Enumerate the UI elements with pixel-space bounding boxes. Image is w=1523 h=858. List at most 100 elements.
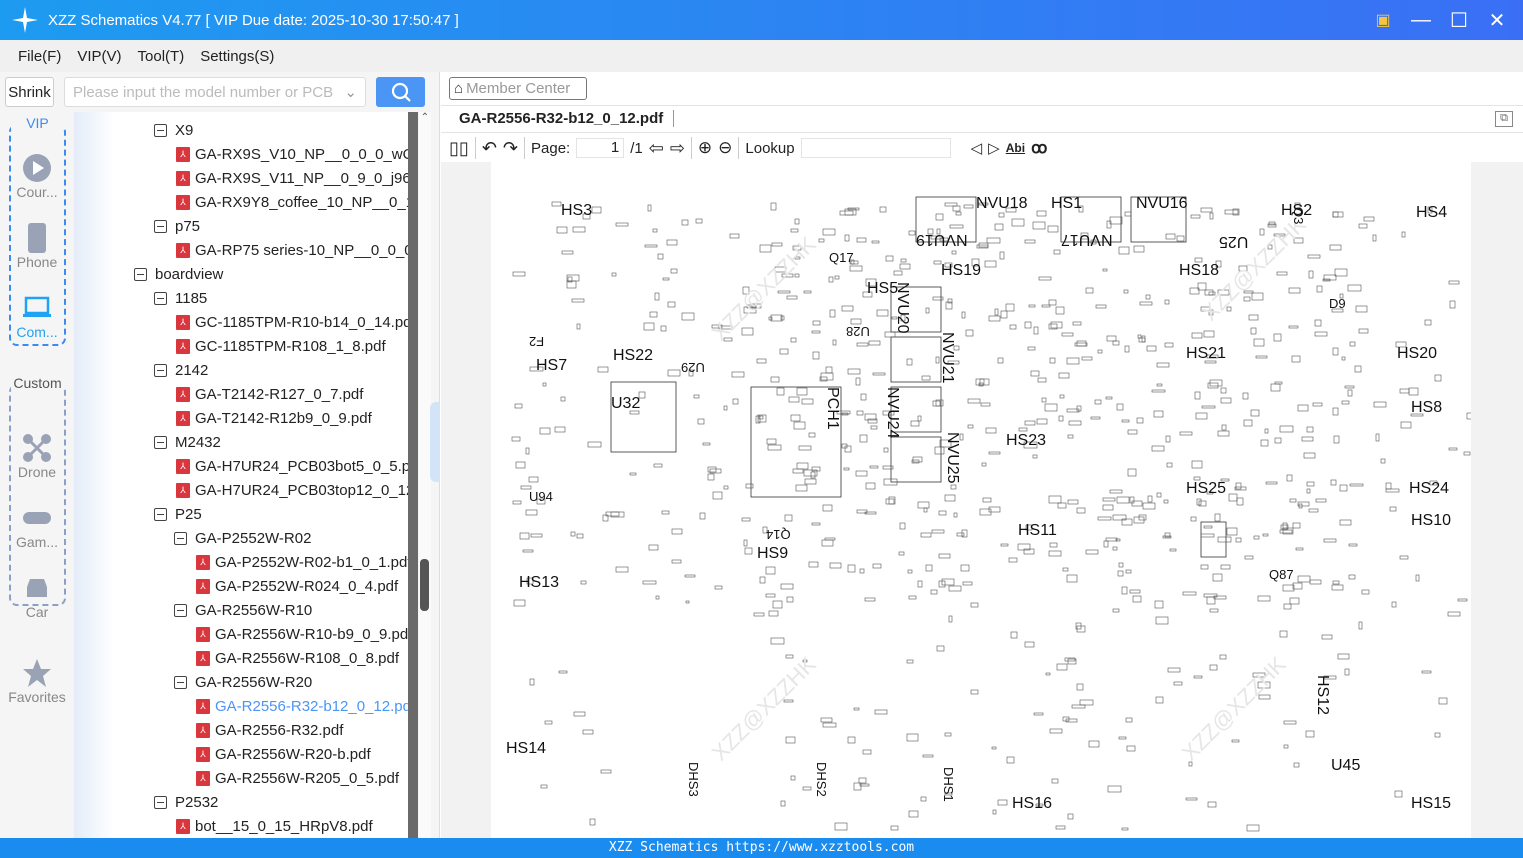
pdf-icon: ⅄ [176, 410, 190, 426]
tree-file-item[interactable]: ⅄ GA-R2556W-R108_0_8.pdf [196, 646, 399, 670]
collapse-icon[interactable] [154, 291, 167, 305]
collapse-icon[interactable] [154, 123, 167, 137]
rotate-left-icon[interactable]: ↶ [482, 138, 497, 159]
rotate-right-icon[interactable]: ↷ [503, 138, 518, 159]
collapse-icon[interactable] [174, 531, 187, 545]
tree-folder-item[interactable]: P25 [154, 502, 202, 526]
tree-file-item[interactable]: ⅄ GA-RX9S_V10_NP__0_0_0_wOXI [176, 142, 408, 166]
category-phone[interactable]: Phone [0, 222, 74, 270]
schematic-label: PCH1 [824, 387, 841, 430]
minimize-button[interactable]: — [1409, 8, 1433, 32]
member-center-button[interactable]: ⌂ Member Center [449, 77, 587, 100]
tree-folder-item[interactable]: P2532 [154, 790, 218, 814]
next-page-icon[interactable]: ⇨ [670, 138, 685, 159]
pdf-viewer[interactable]: XZZ@XZZHK XZZ@XZZHK XZZ@XZZHK XZZ@XZZHK HS3… [441, 162, 1523, 838]
category-laptop[interactable]: Com... [0, 292, 74, 340]
collapse-icon[interactable] [154, 795, 167, 809]
app-logo-icon [12, 7, 38, 33]
shrink-button[interactable]: Shrink [5, 77, 54, 107]
maximize-button[interactable]: ☐ [1447, 8, 1471, 32]
collapse-icon[interactable] [154, 507, 167, 521]
schematic-page[interactable]: XZZ@XZZHK XZZ@XZZHK XZZ@XZZHK XZZ@XZZHK HS3… [491, 162, 1471, 838]
match-case-icon[interactable]: Abi [1006, 141, 1025, 155]
two-page-icon[interactable]: ▯▯ [449, 138, 469, 159]
tree-file-item[interactable]: ⅄ GA-R2556W-R205_0_5.pdf [196, 766, 399, 790]
tree-file-item[interactable]: ⅄ GA-H7UR24_PCB03bot5_0_5.pdf [176, 454, 408, 478]
tree-folder-item[interactable]: boardview [134, 262, 223, 286]
tree-file-item[interactable]: ⅄ GA-R2556-R32.pdf [196, 718, 343, 742]
tree-file-item[interactable]: ⅄ GA-P2552W-R02-b1_0_1.pdf [196, 550, 408, 574]
category-gamepad[interactable]: Gam... [0, 502, 74, 550]
menu-tool[interactable]: Tool(T) [138, 48, 185, 65]
tree-file-item[interactable]: ⅄ GC-1185TPM-R10-b14_0_14.pdf [176, 310, 408, 334]
tree-folder-item[interactable]: p75 [154, 214, 200, 238]
svg-text:XZZ@XZZHK: XZZ@XZZHK [707, 651, 821, 765]
vip-bag-icon[interactable]: ▣ [1371, 8, 1395, 32]
search-button[interactable] [376, 77, 425, 107]
lookup-input[interactable] [800, 138, 951, 158]
tree-file-item[interactable]: ⅄ GC-1185TPM-R108_1_8.pdf [176, 334, 386, 358]
tree-folder-item[interactable]: GA-P2552W-R02 [174, 526, 311, 550]
find-prev-icon[interactable]: ◁ [971, 139, 983, 157]
schematic-label: NVU25 [944, 432, 961, 484]
prev-page-icon[interactable]: ⇦ [649, 138, 664, 159]
tree-item-label: GA-R2556W-R10-b9_0_9.pdf [215, 625, 408, 643]
menu-settings[interactable]: Settings(S) [200, 48, 274, 65]
menu-vip[interactable]: VIP(V) [77, 48, 121, 65]
tree-file-item[interactable]: ⅄ bot__15_0_15_HRpV8.pdf [176, 814, 373, 838]
close-tab-button[interactable]: ⧉ [1495, 111, 1513, 127]
tree-file-item[interactable]: ⅄ GA-RX9S_V11_NP__0_9_0_j96x3 [176, 166, 408, 190]
close-button[interactable]: ✕ [1485, 8, 1509, 32]
pdf-icon: ⅄ [176, 482, 190, 498]
zoom-in-icon[interactable]: ⊕ [698, 138, 712, 158]
tree-file-item[interactable]: ⅄ GA-H7UR24_PCB03top12_0_12.pdf [176, 478, 408, 502]
category-star[interactable]: Favorites [0, 657, 74, 705]
schematic-label: U32 [611, 395, 641, 412]
category-car[interactable]: Car [0, 572, 74, 620]
tree-scrollbar[interactable] [408, 112, 427, 838]
category-label: Phone [16, 254, 58, 270]
tree-item-label: X9 [175, 121, 194, 139]
panel-splitter[interactable] [430, 402, 440, 482]
collapse-icon[interactable] [154, 219, 167, 233]
schematic-label: Q87 [1269, 567, 1294, 582]
chevron-down-icon[interactable]: ⌄ [344, 83, 357, 101]
collapse-icon[interactable] [154, 435, 167, 449]
page-input[interactable]: 1 [576, 138, 625, 158]
tree-file-item[interactable]: ⅄ GA-P2552W-R024_0_4.pdf [196, 574, 398, 598]
tree-folder-item[interactable]: M2432 [154, 430, 221, 454]
zoom-out-icon[interactable]: ⊖ [718, 138, 732, 158]
tree-folder-item[interactable]: 2142 [154, 358, 208, 382]
tree-folder-item[interactable]: X9 [154, 118, 193, 142]
collapse-icon[interactable] [174, 675, 187, 689]
tree-file-item[interactable]: ⅄ GA-RX9Y8_coffee_10_NP__0_1_ [176, 190, 408, 214]
left-panel: Shrink Please input the model number or … [0, 72, 440, 838]
tree-file-item[interactable]: ⅄ GA-R2556W-R20-b.pdf [196, 742, 371, 766]
search-input[interactable]: Please input the model number or PCB ⌄ [64, 77, 366, 107]
pdf-icon: ⅄ [196, 626, 210, 642]
category-drone[interactable]: Drone [0, 432, 74, 480]
tree-file-item[interactable]: ⅄ GA-R2556W-R10-b9_0_9.pdf [196, 622, 408, 646]
tab-document[interactable]: GA-R2556-R32-b12_0_12.pdf [459, 110, 675, 127]
laptop-icon [0, 292, 74, 324]
custom-label: Custom [11, 376, 64, 390]
collapse-icon[interactable] [134, 267, 147, 281]
schematic-label: NVU24 [884, 387, 901, 439]
vip-label: VIP [11, 116, 64, 130]
tree-folder-item[interactable]: GA-R2556W-R10 [174, 598, 312, 622]
tree-file-item[interactable]: ⅄ GA-RP75 series-10_NP__0_0_0_ [176, 238, 408, 262]
pdf-icon: ⅄ [176, 170, 190, 186]
collapse-icon[interactable] [154, 363, 167, 377]
tree-folder-item[interactable]: GA-R2556W-R20 [174, 670, 312, 694]
binoculars-icon[interactable]: ꝏ [1031, 138, 1047, 158]
category-play[interactable]: Cour... [0, 152, 74, 200]
schematic-label: HS15 [1411, 795, 1452, 812]
collapse-icon[interactable] [174, 603, 187, 617]
tree-file-item[interactable]: ⅄ GA-T2142-R12b9_0_9.pdf [176, 406, 372, 430]
menu-file[interactable]: File(F) [18, 48, 61, 65]
tree-folder-item[interactable]: 1185 [154, 286, 207, 310]
tree-item-label: GA-P2552W-R02-b1_0_1.pdf [215, 553, 408, 571]
tree-file-item[interactable]: ⅄ GA-T2142-R127_0_7.pdf [176, 382, 363, 406]
find-next-icon[interactable]: ▷ [988, 139, 1000, 157]
tree-file-item[interactable]: ⅄ GA-R2556-R32-b12_0_12.pdf [196, 694, 408, 718]
